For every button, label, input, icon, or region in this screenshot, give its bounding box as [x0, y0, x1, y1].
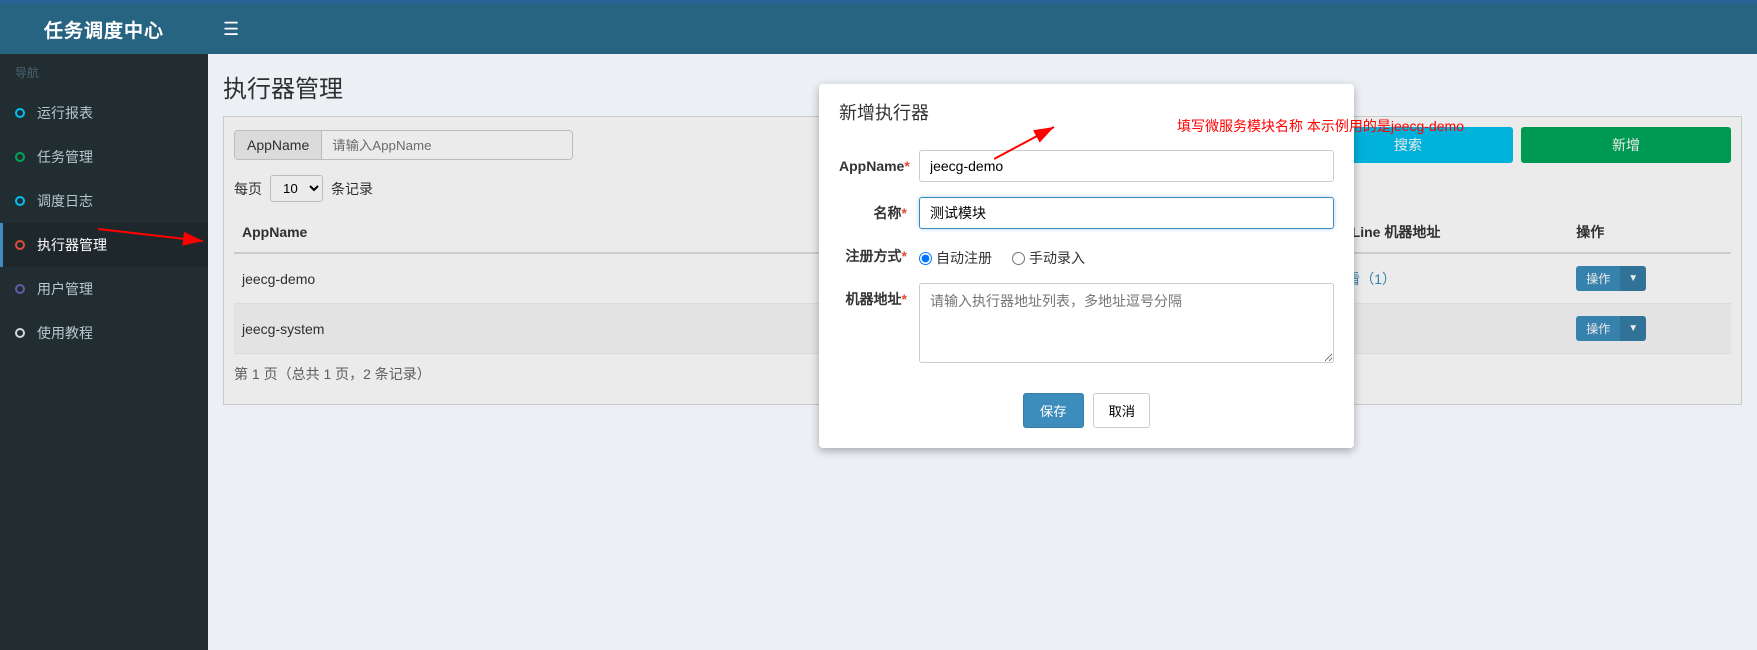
- input-appname[interactable]: [919, 150, 1334, 182]
- sidebar-item-4[interactable]: 用户管理: [0, 267, 208, 311]
- sidebar-item-5[interactable]: 使用教程: [0, 311, 208, 355]
- filter-addon-label: AppName: [235, 131, 322, 159]
- label-regmode: 注册方式*: [839, 246, 919, 266]
- sidebar-item-0[interactable]: 运行报表: [0, 91, 208, 135]
- sidebar-item-1[interactable]: 任务管理: [0, 135, 208, 179]
- sidebar-circle-icon: [15, 196, 25, 206]
- perpage-suffix: 条记录: [331, 179, 373, 199]
- pagesize-select[interactable]: 10: [270, 175, 323, 202]
- label-appname: AppName*: [839, 158, 919, 174]
- sidebar-circle-icon: [15, 108, 25, 118]
- sidebar-item-label: 运行报表: [37, 103, 93, 123]
- logo: 任务调度中心: [0, 16, 208, 43]
- header: 任务调度中心 ☰: [0, 4, 1757, 54]
- sidebar-item-label: 用户管理: [37, 279, 93, 299]
- cancel-button[interactable]: 取消: [1093, 393, 1150, 428]
- sidebar-circle-icon: [15, 284, 25, 294]
- add-executor-modal: 新增执行器 填写微服务模块名称 本示例用的是jeecg-demo AppName…: [819, 84, 1354, 448]
- content-area: 执行器管理 AppName 搜索 新增 每页 10 条记录: [208, 54, 1757, 650]
- radio-manual[interactable]: 手动录入: [1012, 248, 1085, 268]
- sidebar-item-3[interactable]: 执行器管理: [0, 223, 208, 267]
- sidebar-circle-icon: [15, 240, 25, 250]
- perpage-prefix: 每页: [234, 179, 262, 199]
- sidebar-item-label: 使用教程: [37, 323, 93, 343]
- input-address[interactable]: [919, 283, 1334, 363]
- annotation-text: 填写微服务模块名称 本示例用的是jeecg-demo: [1177, 116, 1464, 136]
- sidebar-item-2[interactable]: 调度日志: [0, 179, 208, 223]
- sidebar-circle-icon: [15, 328, 25, 338]
- input-name[interactable]: [919, 197, 1334, 229]
- sidebar-item-label: 执行器管理: [37, 235, 107, 255]
- sidebar-heading: 导航: [0, 54, 208, 91]
- menu-toggle-icon[interactable]: ☰: [208, 19, 254, 40]
- radio-manual-input[interactable]: [1012, 252, 1025, 265]
- sidebar-circle-icon: [15, 152, 25, 162]
- sidebar-item-label: 调度日志: [37, 191, 93, 211]
- label-addr: 机器地址*: [839, 283, 919, 309]
- label-name: 名称*: [839, 203, 919, 223]
- sidebar-item-label: 任务管理: [37, 147, 93, 167]
- save-button[interactable]: 保存: [1023, 393, 1084, 428]
- modal-backdrop: 新增执行器 填写微服务模块名称 本示例用的是jeecg-demo AppName…: [416, 54, 1757, 650]
- sidebar: 导航 运行报表任务管理调度日志执行器管理用户管理使用教程: [0, 54, 208, 650]
- radio-auto[interactable]: 自动注册: [919, 248, 992, 268]
- radio-auto-input[interactable]: [919, 252, 932, 265]
